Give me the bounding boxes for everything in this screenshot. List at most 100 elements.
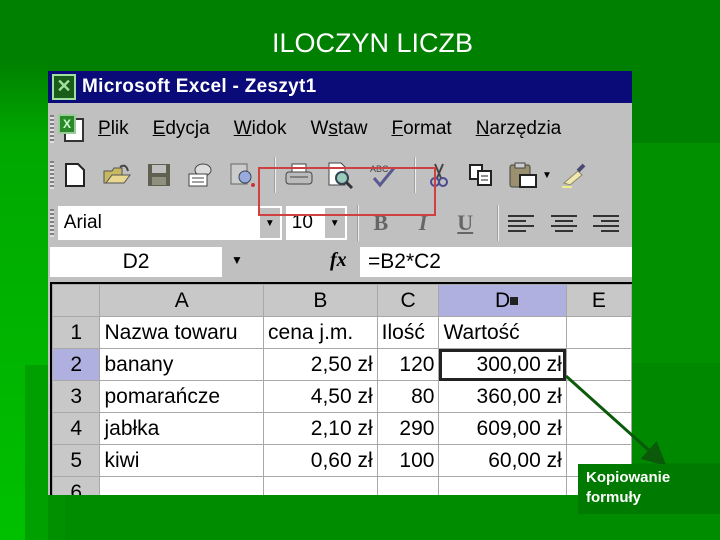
menu-grip[interactable]	[50, 115, 54, 143]
font-size-dropdown-icon[interactable]: ▼	[324, 208, 345, 238]
standard-toolbar: ABC ▼	[48, 153, 632, 197]
cell-a6[interactable]	[99, 476, 265, 495]
callout-line-1: Kopiowanie	[586, 469, 671, 486]
permission-icon[interactable]	[184, 158, 218, 192]
font-name-value: Arial	[63, 212, 102, 233]
menu-item-narzędzia[interactable]: Narzędzia	[476, 118, 562, 140]
window-title: Microsoft Excel - Zeszyt1	[82, 76, 317, 97]
insert-function-icon[interactable]: fx	[330, 249, 347, 272]
cell-c4[interactable]: 290	[376, 412, 440, 445]
cell-b2[interactable]: 2,50 zł	[263, 348, 378, 381]
font-name-dropdown-icon[interactable]: ▼	[259, 208, 280, 238]
cell-a5[interactable]: kiwi	[99, 444, 265, 477]
toolbar-separator	[274, 157, 276, 193]
cell-d6[interactable]	[438, 476, 567, 495]
menu-item-edycja[interactable]: Edycja	[153, 118, 210, 140]
cut-icon[interactable]	[422, 158, 456, 192]
cell-a3[interactable]: pomarańcze	[99, 380, 265, 413]
cell-b3[interactable]: 4,50 zł	[263, 380, 378, 413]
select-all-corner[interactable]	[51, 284, 101, 317]
align-right-icon[interactable]	[590, 206, 622, 240]
cell-c6[interactable]	[376, 476, 440, 495]
cell-b4[interactable]: 2,10 zł	[263, 412, 378, 445]
italic-button[interactable]: I	[407, 206, 439, 240]
cell-e4[interactable]	[565, 412, 632, 445]
callout-line-2: formuły	[586, 489, 642, 506]
workbook-icon[interactable]: X	[58, 114, 86, 144]
menu-item-plik[interactable]: Plik	[98, 118, 129, 140]
menu-item-widok[interactable]: Widok	[234, 118, 287, 140]
cell-a1[interactable]: Nazwa towaru	[99, 316, 265, 349]
row-header-2[interactable]: 2	[51, 348, 101, 381]
title-bar: ✕ Microsoft Excel - Zeszyt1	[48, 71, 632, 103]
cell-e2[interactable]	[565, 348, 632, 381]
formula-bar: D2 ▼ fx =B2*C2	[48, 245, 632, 281]
cell-d5[interactable]: 60,00 zł	[438, 444, 567, 477]
row-header-4[interactable]: 4	[51, 412, 101, 445]
callout-label: Kopiowanie formuły	[578, 464, 720, 514]
cell-c5[interactable]: 100	[376, 444, 440, 477]
menu-item-wstaw[interactable]: Wstaw	[310, 118, 367, 140]
bold-button[interactable]: B	[365, 206, 397, 240]
table-row: 2 banany 2,50 zł 120 300,00 zł	[51, 348, 632, 381]
slide-title: ILOCZYN LICZB	[271, 28, 474, 58]
table-row: 6	[51, 476, 632, 495]
formatting-grip[interactable]	[50, 209, 54, 237]
font-name-select[interactable]: Arial ▼	[57, 206, 282, 240]
column-header-b[interactable]: B	[263, 284, 378, 317]
toolbar-separator	[356, 205, 359, 241]
save-icon[interactable]	[142, 158, 176, 192]
column-header-d[interactable]: D	[438, 284, 567, 317]
paste-options-dropdown[interactable]: ▼	[542, 170, 552, 181]
fill-handle[interactable]	[510, 297, 518, 305]
font-size-select[interactable]: 10 ▼	[285, 206, 347, 240]
menu-bar: X Plik Edycja Widok Wstaw Format Narzędzia	[48, 109, 632, 149]
toolbar-separator	[497, 205, 500, 241]
underline-button[interactable]: U	[449, 206, 481, 240]
cell-b5[interactable]: 0,60 zł	[263, 444, 378, 477]
excel-icon: ✕	[52, 74, 76, 100]
search-icon[interactable]	[226, 158, 260, 192]
print-preview-icon[interactable]	[324, 158, 358, 192]
cell-e1[interactable]	[565, 316, 632, 349]
column-header-a[interactable]: A	[99, 284, 265, 317]
cell-a2[interactable]: banany	[99, 348, 265, 381]
excel-window: ✕ Microsoft Excel - Zeszyt1 X Plik Edycja…	[48, 71, 632, 495]
row-header-6[interactable]: 6	[51, 476, 101, 495]
cell-b6[interactable]	[263, 476, 378, 495]
cell-c1[interactable]: Ilość	[376, 316, 440, 349]
font-size-value: 10	[291, 212, 313, 233]
row-header-5[interactable]: 5	[51, 444, 101, 477]
align-left-icon[interactable]	[505, 206, 537, 240]
format-painter-icon[interactable]	[558, 158, 592, 192]
print-icon[interactable]	[282, 158, 316, 192]
cell-d4[interactable]: 609,00 zł	[438, 412, 567, 445]
table-row: 1 Nazwa towaru cena j.m. Ilość Wartość	[51, 316, 632, 349]
formula-input[interactable]: =B2*C2	[360, 247, 632, 277]
spelling-icon[interactable]: ABC	[366, 158, 400, 192]
open-icon[interactable]	[100, 158, 134, 192]
cell-c3[interactable]: 80	[376, 380, 440, 413]
toolbar-grip[interactable]	[50, 161, 54, 189]
cell-c2[interactable]: 120	[376, 348, 440, 381]
cell-a4[interactable]: jabłka	[99, 412, 265, 445]
table-row: 5 kiwi 0,60 zł 100 60,00 zł	[51, 444, 632, 477]
name-box-dropdown-icon[interactable]: ▼	[231, 253, 243, 267]
row-header-3[interactable]: 3	[51, 380, 101, 413]
table-row: 4 jabłka 2,10 zł 290 609,00 zł	[51, 412, 632, 445]
cell-d2[interactable]: 300,00 zł	[438, 348, 567, 381]
new-icon[interactable]	[58, 158, 92, 192]
name-box[interactable]: D2	[50, 247, 222, 277]
column-header-e[interactable]: E	[565, 284, 632, 317]
cell-d3[interactable]: 360,00 zł	[438, 380, 567, 413]
copy-icon[interactable]	[464, 158, 498, 192]
cell-b1[interactable]: cena j.m.	[263, 316, 378, 349]
row-header-1[interactable]: 1	[51, 316, 101, 349]
menu-item-format[interactable]: Format	[392, 118, 452, 140]
align-center-icon[interactable]	[548, 206, 580, 240]
cell-e3[interactable]	[565, 380, 632, 413]
column-header-c[interactable]: C	[376, 284, 440, 317]
cell-d1[interactable]: Wartość	[438, 316, 567, 349]
svg-text:ABC: ABC	[370, 164, 389, 174]
paste-icon[interactable]	[506, 158, 540, 192]
